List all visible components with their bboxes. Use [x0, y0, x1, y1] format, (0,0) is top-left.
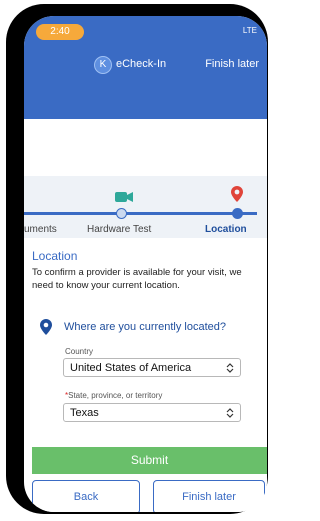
app-logo: K [94, 56, 112, 74]
app-header: 2:40 LTE K eCheck-In Finish later [24, 16, 267, 119]
section-description: To confirm a provider is available for y… [32, 267, 242, 291]
pin-icon [231, 186, 243, 202]
state-select[interactable]: Texas [63, 403, 241, 422]
section-title: Location [32, 249, 78, 263]
step-dot-hardware [116, 208, 127, 219]
step-label-location: Location [205, 224, 247, 235]
location-pin-icon [40, 319, 52, 335]
country-select[interactable]: United States of America [63, 358, 241, 377]
progress-steps: uments Hardware Test Location [24, 176, 267, 238]
country-value: United States of America [70, 362, 192, 374]
device-frame: 2:40 LTE K eCheck-In Finish later uments… [0, 0, 274, 521]
camera-icon [115, 192, 133, 202]
state-value: Texas [70, 407, 99, 419]
status-time: 2:40 [36, 24, 84, 40]
app-title: eCheck-In [116, 58, 167, 70]
status-indicators: LTE [242, 26, 257, 35]
finish-later-button[interactable]: Finish later [153, 480, 265, 512]
app-screen: 2:40 LTE K eCheck-In Finish later uments… [24, 16, 267, 512]
phone-bezel: 2:40 LTE K eCheck-In Finish later uments… [6, 4, 268, 514]
step-label-documents: uments [24, 224, 57, 235]
location-question: Where are you currently located? [64, 321, 227, 333]
submit-button[interactable]: Submit [32, 447, 267, 474]
chevron-updown-icon [226, 408, 234, 418]
step-label-hardware: Hardware Test [87, 224, 152, 235]
progress-track [24, 212, 257, 215]
chevron-updown-icon [226, 363, 234, 373]
state-label-text: State, province, or territory [68, 391, 163, 400]
finish-later-link[interactable]: Finish later [205, 58, 259, 70]
state-label: *State, province, or territory [65, 391, 162, 400]
back-button[interactable]: Back [32, 480, 140, 512]
country-label: Country [65, 347, 94, 356]
step-dot-location [232, 208, 243, 219]
